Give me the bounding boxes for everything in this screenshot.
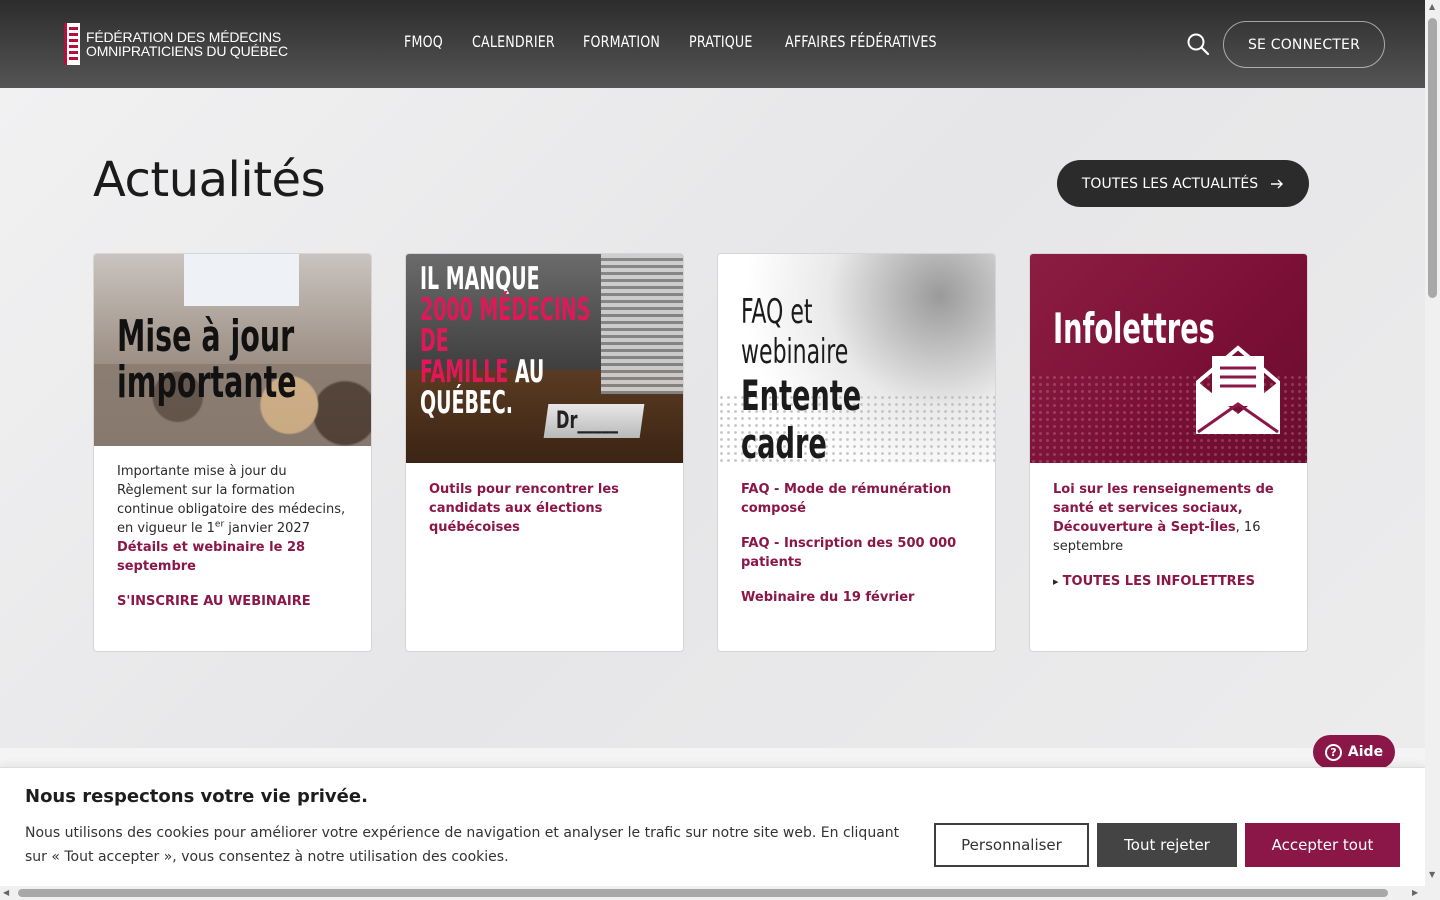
card-4-item-all: ▸ TOUTES LES INFOLETTRES [1053,572,1284,591]
help-button[interactable]: ? Aide [1313,735,1395,769]
fmoq-logo[interactable]: FÉDÉRATION DES MÉDECINS OMNIPRATICIENS D… [64,23,288,65]
login-button[interactable]: SE CONNECTER [1223,21,1385,68]
nav-affaires-federatives[interactable]: AFFAIRES FÉDÉRATIVES [785,32,937,51]
card-2-img-line-1: IL MANQUE [420,261,540,297]
scroll-right-icon[interactable]: ▶ [1412,888,1418,897]
card-image-infolettres[interactable]: Infolettres [1030,254,1307,463]
card-1-body: Importante mise à jour du Règlement sur … [94,446,371,628]
all-news-button[interactable]: TOUTES LES ACTUALITÉS [1057,160,1309,207]
cookie-banner: Nous respectons votre vie privée. Nous u… [0,767,1425,886]
cookie-reject-button[interactable]: Tout rejeter [1097,823,1237,867]
cookie-accept-button[interactable]: Accepter tout [1245,823,1400,867]
card-4-item-loi: Loi sur les renseignements de santé et s… [1053,480,1284,556]
envelope-icon [1196,345,1280,434]
news-card-infolettres: Infolettres Loi sur les renseignements d… [1029,253,1308,652]
question-icon: ? [1324,743,1342,761]
card-3-body: FAQ - Mode de rémunération composé FAQ -… [718,463,995,624]
card-2-img-line-3: FAMILLE AU QUÉBEC. [420,357,599,419]
card-image-doctor-desk[interactable]: Dr_____ IL MANQUE 2000 MÉDECINS DE FAMIL… [406,254,683,463]
horizontal-scrollbar[interactable]: ◀ ▶ [0,886,1440,900]
news-card-formation: Mise à jour importante Importante mise à… [93,253,372,652]
card-2-img-line-2: 2000 MÉDECINS DE [420,292,591,359]
card-1-image-text: Mise à jour importante [117,314,297,406]
vertical-scroll-thumb[interactable] [1428,18,1437,298]
page-title: Actualités [93,152,326,208]
news-card-elections: Dr_____ IL MANQUE 2000 MÉDECINS DE FAMIL… [405,253,684,652]
card-1-link-details[interactable]: Détails et webinaire le 28 septembre [117,538,348,576]
help-label: Aide [1347,744,1384,760]
scroll-up-icon[interactable]: ▲ [1429,2,1435,11]
fmoq-logo-mark-icon [64,23,80,65]
cookie-title: Nous respectons votre vie privée. [25,786,368,807]
all-news-label: TOUTES LES ACTUALITÉS [1081,175,1259,192]
card-3-link-faq-inscription[interactable]: FAQ - Inscription des 500 000 patients [741,534,972,572]
card-1-img-line-2: importante [117,357,297,408]
nav-pratique[interactable]: PRATIQUE [689,32,753,51]
card-1-text-tail: janvier 2027 [224,521,310,536]
card-1-text: Importante mise à jour du Règlement sur … [117,462,348,538]
card-4-link-all-infolettres[interactable]: TOUTES LES INFOLETTRES [1063,574,1255,589]
scroll-down-icon[interactable]: ▼ [1429,870,1435,879]
card-3-img-line-1: FAQ et webinaire [741,292,849,372]
nav-fmoq[interactable]: FMOQ [404,32,443,51]
logo-line-1: FÉDÉRATION DES MÉDECINS [86,29,282,45]
search-icon[interactable] [1186,32,1210,56]
card-2-body: Outils pour rencontrer les candidats aux… [406,463,683,554]
bullet-triangle-icon: ▸ [1053,575,1059,588]
card-3-link-webinaire[interactable]: Webinaire du 19 février [741,588,972,607]
nav-calendrier[interactable]: CALENDRIER [472,32,555,51]
card-image-entente[interactable]: FAQ et webinaire Entente cadre 2023-2028 [718,254,995,463]
card-1-img-line-1: Mise à jour [117,311,295,362]
cookie-customize-button[interactable]: Personnaliser [934,823,1089,867]
cookie-text: Nous utilisons des cookies pour améliore… [25,825,900,865]
scroll-left-icon[interactable]: ◀ [3,888,9,897]
window-blinds [601,254,683,394]
card-4-body: Loi sur les renseignements de santé et s… [1030,463,1307,608]
logo-line-2: OMNIPRATICIENS DU QUÉBEC [86,43,288,59]
card-4-img-title: Infolettres [1053,304,1215,353]
card-2-link-elections[interactable]: Outils pour rencontrer les candidats aux… [429,480,660,537]
card-3-img-line-2: Entente cadre [741,371,862,464]
site-header: FÉDÉRATION DES MÉDECINS OMNIPRATICIENS D… [0,0,1425,88]
nav-formation[interactable]: FORMATION [583,32,660,51]
horizontal-scroll-thumb[interactable] [18,889,1388,897]
card-image-conference[interactable]: Mise à jour importante [94,254,371,446]
projector-screen [184,254,299,306]
logo-text: FÉDÉRATION DES MÉDECINS OMNIPRATICIENS D… [86,30,288,58]
vertical-scrollbar[interactable]: ▲ ▼ [1425,0,1440,886]
card-2-image-text: IL MANQUE 2000 MÉDECINS DE FAMILLE AU QU… [420,264,599,419]
news-card-entente: FAQ et webinaire Entente cadre 2023-2028… [717,253,996,652]
card-1-link-register[interactable]: S'INSCRIRE AU WEBINAIRE [117,592,348,611]
card-3-image-text: FAQ et webinaire Entente cadre 2023-2028 [741,292,924,463]
card-1-text-sup: er [214,519,225,530]
card-3-link-faq-remuneration[interactable]: FAQ - Mode de rémunération composé [741,480,972,518]
arrow-right-icon [1271,179,1284,188]
